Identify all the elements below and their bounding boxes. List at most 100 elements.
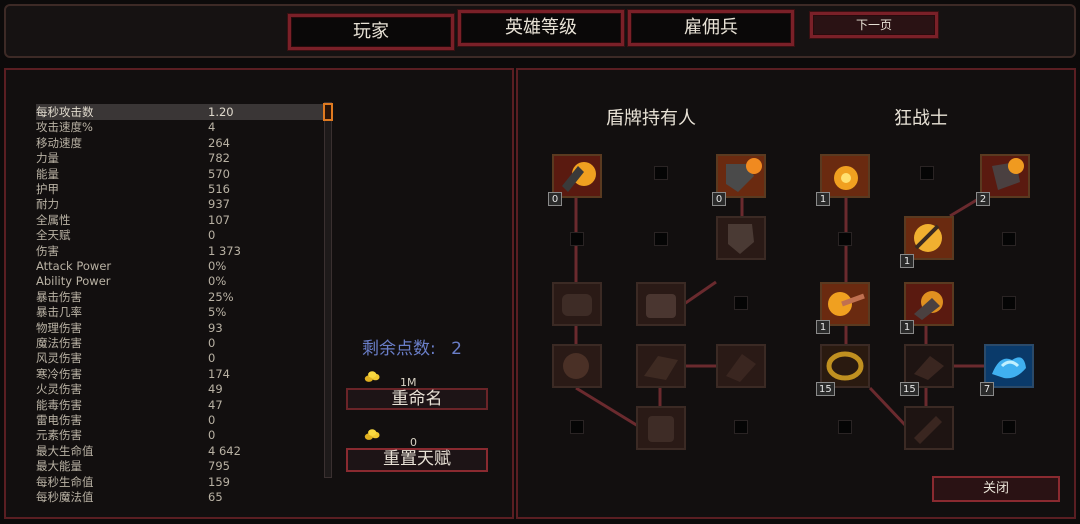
empty-talent-slot — [1002, 232, 1016, 246]
empty-talent-slot — [1002, 420, 1016, 434]
stat-row[interactable]: 寒冷伤害 174 — [36, 366, 326, 382]
skill-frost-roar[interactable]: 7 — [980, 344, 1034, 396]
stat-row[interactable]: 暴击伤害 25% — [36, 289, 326, 305]
stat-name: 每秒魔法值 — [36, 490, 94, 504]
stat-name: 全属性 — [36, 212, 71, 227]
stats-list: 每秒攻击数 1.20 攻击速度% 4 移动速度 264 力量 782 能量 570 护甲 516 耐力 9… — [36, 104, 336, 524]
stat-row[interactable]: 雷电伤害 0 — [36, 412, 326, 428]
empty-talent-slot — [570, 420, 584, 434]
skill-rank: 15 — [816, 382, 835, 396]
stat-name: Attack Power — [36, 259, 112, 273]
stat-name: Ability Power — [36, 274, 111, 289]
skill-rank: 2 — [976, 192, 990, 206]
stat-value: 1 373 — [208, 243, 241, 258]
remaining-points-value: 2 — [451, 339, 462, 359]
stat-row[interactable]: 力量 782 — [36, 150, 326, 166]
empty-talent-slot — [654, 166, 668, 180]
scroll-thumb[interactable] — [323, 103, 333, 121]
stat-row[interactable]: 每秒魔法值 65 — [36, 489, 326, 505]
stat-value: 264 — [208, 135, 230, 150]
stat-row[interactable]: 物理伤害 93 — [36, 320, 326, 336]
stat-name: 每秒生命值 — [36, 474, 94, 489]
stat-row[interactable]: 每秒生命值 159 — [36, 474, 326, 490]
stat-row[interactable]: 暴击几率 5% — [36, 304, 326, 320]
skill-blade-guard[interactable] — [716, 344, 766, 388]
skill-shield-wall[interactable] — [716, 216, 766, 260]
skill-shield-bash[interactable]: 0 — [548, 154, 602, 206]
stat-row[interactable]: 移动速度 264 — [36, 135, 326, 151]
stat-name: 每秒攻击数 — [36, 105, 94, 119]
stat-name: 寒冷伤害 — [36, 366, 82, 381]
stats-scrollbar[interactable] — [323, 102, 333, 478]
skill-whirlwind[interactable]: 1 — [900, 216, 954, 268]
gold-coin-icon — [364, 371, 380, 382]
reset-talents-button[interactable]: 重置天赋 — [346, 448, 488, 472]
skill-rank: 1 — [900, 320, 914, 334]
skill-punch[interactable] — [552, 344, 602, 388]
stat-row[interactable]: 火灵伤害 49 — [36, 381, 326, 397]
stat-value: 0 — [208, 351, 216, 366]
stats-panel: 每秒攻击数 1.20 攻击速度% 4 移动速度 264 力量 782 能量 570 护甲 516 耐力 9… — [4, 68, 514, 519]
stat-value: 0% — [208, 274, 227, 289]
tab-player-label: 玩家 — [353, 21, 389, 42]
stat-row[interactable]: 最大能量 795 — [36, 458, 326, 474]
skill-rank: 0 — [712, 192, 726, 206]
stat-name: 暴击伤害 — [36, 289, 82, 304]
stat-value: 65 — [208, 490, 223, 504]
stat-value: 0 — [208, 336, 216, 350]
stat-row[interactable]: 最大生命值 4 642 — [36, 443, 326, 459]
stat-row[interactable]: 能毒伤害 47 — [36, 397, 326, 413]
stat-value: 795 — [208, 459, 230, 474]
skill-blood-rage[interactable]: 1 — [816, 154, 870, 206]
stat-row[interactable]: 全天赋 0 — [36, 227, 326, 243]
stat-row[interactable]: 风灵伤害 0 — [36, 350, 326, 366]
tab-player[interactable]: 玩家 — [288, 14, 454, 50]
stat-value: 93 — [208, 320, 223, 335]
next-page-button[interactable]: 下一页 — [810, 12, 938, 38]
stat-row[interactable]: 魔法伤害 0 — [36, 335, 326, 351]
stat-name: 雷电伤害 — [36, 413, 82, 427]
stat-name: 能量 — [36, 166, 59, 181]
skill-fortify[interactable] — [552, 282, 602, 326]
stat-row[interactable]: 全属性 107 — [36, 212, 326, 228]
stat-value: 0% — [208, 259, 227, 273]
skill-shield-crush[interactable] — [636, 406, 686, 450]
stat-name: 火灵伤害 — [36, 382, 82, 397]
stat-row[interactable]: 元素伤害 0 — [36, 427, 326, 443]
stat-value: 4 — [208, 120, 216, 135]
skill-rampage[interactable]: 15 — [900, 344, 954, 396]
tab-hero-level[interactable]: 英雄等级 — [458, 10, 624, 46]
stat-row[interactable]: 能量 570 — [36, 166, 326, 182]
skill-iron-fist[interactable] — [636, 282, 686, 326]
empty-talent-slot — [570, 232, 584, 246]
skill-war-ring[interactable]: 15 — [816, 344, 870, 396]
stat-row[interactable]: 伤害 1 373 — [36, 243, 326, 259]
stat-value: 4 642 — [208, 443, 241, 458]
stat-row[interactable]: 每秒攻击数 1.20 — [36, 104, 326, 120]
stat-row[interactable]: Attack Power 0% — [36, 258, 326, 274]
gold-coin-icon — [364, 429, 380, 440]
skill-cleave[interactable]: 2 — [976, 154, 1030, 206]
stat-row[interactable]: 攻击速度% 4 — [36, 119, 326, 135]
skill-execute[interactable] — [904, 406, 954, 450]
next-page-label: 下一页 — [855, 18, 892, 32]
stat-row[interactable]: Ability Power 0% — [36, 273, 326, 289]
stat-value: 107 — [208, 212, 230, 227]
skill-frenzy[interactable]: 1 — [816, 282, 870, 334]
skill-rank: 1 — [816, 192, 830, 206]
stat-row[interactable]: 护甲 516 — [36, 181, 326, 197]
close-button[interactable]: 关闭 — [932, 476, 1060, 502]
skill-axe-throw[interactable]: 1 — [900, 282, 954, 334]
stat-value: 516 — [208, 182, 230, 196]
tab-mercenary[interactable]: 雇佣兵 — [628, 10, 794, 46]
skill-shield-strike[interactable]: 0 — [712, 154, 766, 206]
stat-row[interactable]: 耐力 937 — [36, 196, 326, 212]
skill-rank: 7 — [980, 382, 994, 396]
skill-rank: 1 — [816, 320, 830, 334]
stat-value: 174 — [208, 366, 230, 381]
stat-value: 49 — [208, 382, 223, 397]
rename-button[interactable]: 重命名 — [346, 388, 488, 410]
talent-panel: 盾牌持有人 狂战士 0 0 1 2 1 1 1 15 15 7 关闭 — [516, 68, 1076, 519]
empty-talent-slot — [1002, 296, 1016, 310]
skill-counter[interactable] — [636, 344, 686, 388]
